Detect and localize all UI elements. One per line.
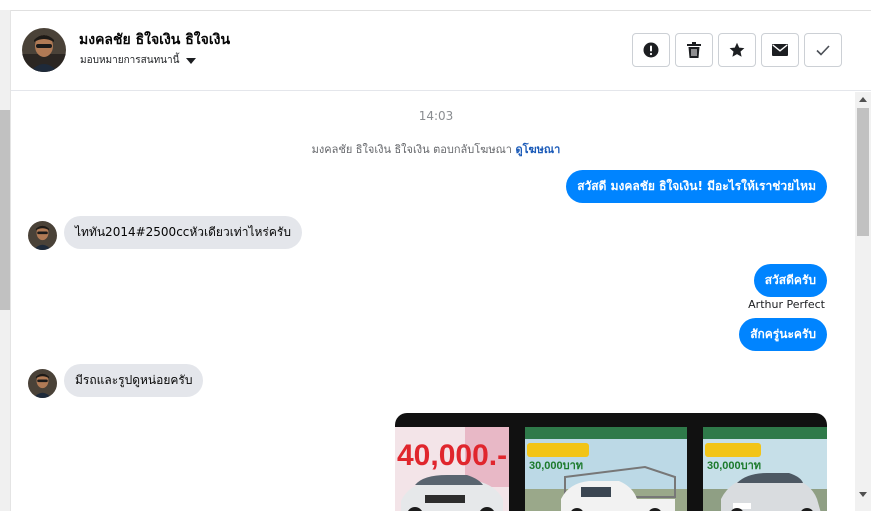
check-icon (816, 44, 830, 56)
contact-avatar-small[interactable] (28, 221, 57, 250)
star-button[interactable] (718, 33, 756, 67)
message-timestamp: 14:03 (418, 109, 454, 123)
incoming-message[interactable]: ไททัน2014#2500ccหัวเดียวเท่าไหร่ครับ (64, 216, 302, 249)
envelope-icon (772, 44, 788, 56)
price-tag-text: 40,000.- (397, 439, 507, 472)
image-attachment[interactable]: 40,000.- 30,000บาท 30,000บาท (395, 413, 827, 511)
contact-name: มงคลชัย ธิใจเงิน ธิใจเงิน (79, 32, 231, 48)
car-photo-1[interactable]: 40,000.- (395, 427, 509, 511)
alert-icon (643, 42, 659, 58)
car-photo-3[interactable]: 30,000บาท (703, 427, 827, 511)
message-thread[interactable]: 14:03 มงคลชัย ธิใจเงิน ธิใจเงิน ตอบกลับโ… (11, 92, 855, 511)
outgoing-message[interactable]: สวัสดีครับ (753, 264, 827, 297)
chat-scrollbar-thumb[interactable] (857, 108, 869, 236)
conversation-header: มงคลชัย ธิใจเงิน ธิใจเงิน มอบหมายการสนทน… (11, 11, 871, 91)
price-tag-text: 30,000บาท (707, 460, 761, 472)
left-scrollbar-thumb[interactable] (0, 110, 10, 310)
contact-avatar[interactable] (22, 28, 66, 72)
mark-done-button[interactable] (804, 33, 842, 67)
scroll-down-arrow-icon[interactable] (859, 492, 867, 497)
scroll-up-arrow-icon[interactable] (859, 97, 867, 102)
price-tag-text: 30,000บาท (529, 460, 583, 472)
outgoing-message[interactable]: สวัสดี มงคลชัย ธิใจเงิน! มีอะไรให้เราช่ว… (566, 170, 827, 203)
contact-avatar-small[interactable] (28, 369, 57, 398)
delete-button[interactable] (675, 33, 713, 67)
incoming-message[interactable]: มีรถและรูปดูหน่อยครับ (64, 364, 204, 397)
assign-conversation-dropdown[interactable]: มอบหมายการสนทนานี้ (80, 53, 197, 68)
outgoing-message[interactable]: สักครู่นะครับ (739, 318, 827, 351)
view-ad-link[interactable]: ดูโฆษณา (515, 143, 560, 156)
car-photo-2[interactable]: 30,000บาท (525, 427, 687, 511)
star-icon (729, 42, 745, 57)
sender-name: Arthur Perfect (748, 298, 825, 311)
ad-reply-notice: มงคลชัย ธิใจเงิน ธิใจเงิน ตอบกลับโฆษณา ด… (11, 140, 855, 158)
header-actions (632, 33, 842, 67)
ad-reply-text: มงคลชัย ธิใจเงิน ธิใจเงิน ตอบกลับโฆษณา (311, 143, 512, 156)
assign-label-text: มอบหมายการสนทนานี้ (80, 55, 180, 66)
caret-down-icon (186, 57, 197, 64)
mark-spam-button[interactable] (632, 33, 670, 67)
mark-unread-button[interactable] (761, 33, 799, 67)
trash-icon (687, 42, 701, 58)
